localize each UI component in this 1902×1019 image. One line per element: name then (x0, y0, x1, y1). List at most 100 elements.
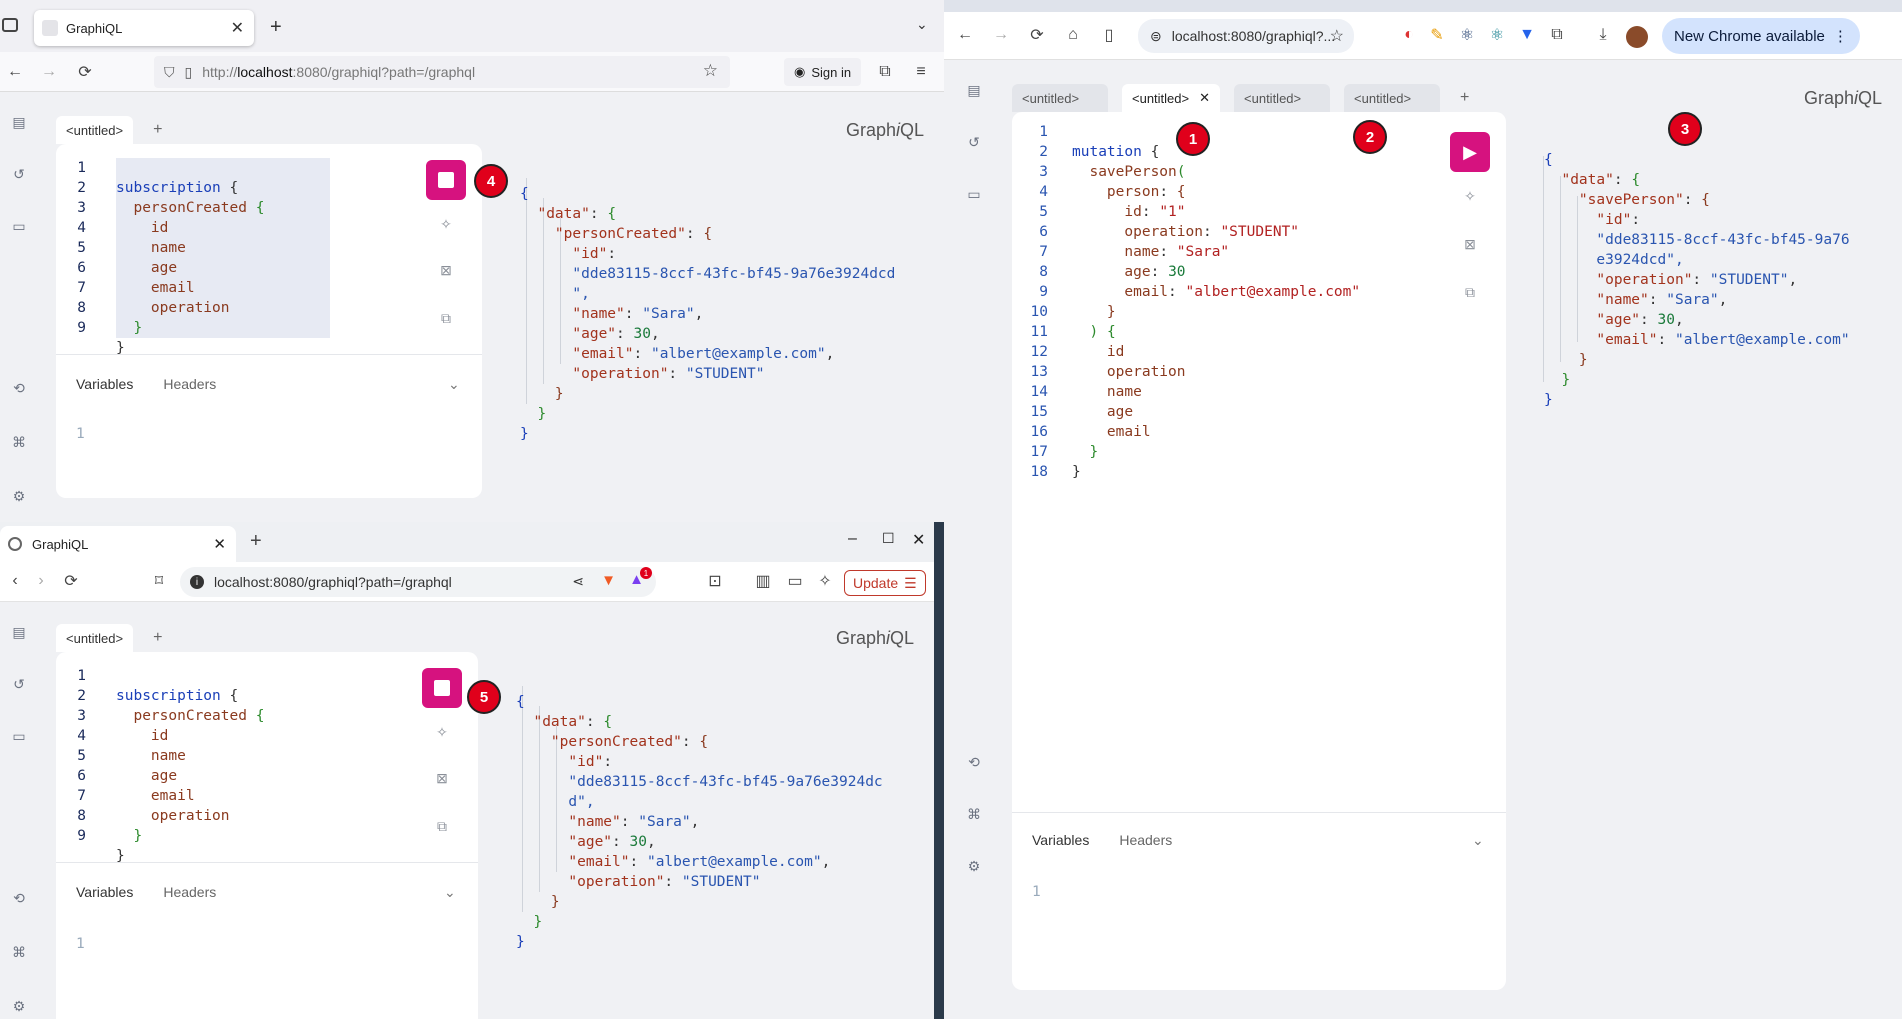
close-tab-icon[interactable]: ✕ (1199, 90, 1210, 106)
update-button[interactable]: Update ☰ (844, 570, 926, 596)
reload-icon[interactable]: ⟳ (56, 566, 86, 596)
merge-fragments-icon[interactable]: ⊠ (434, 258, 458, 282)
close-window-button[interactable]: ✕ (912, 530, 925, 550)
chrome-navbar: ← → ⟳ ⌂ ▯ ⊜ localhost:8080/graphiql?... … (944, 12, 1902, 60)
forward-icon[interactable]: → (34, 57, 64, 87)
settings-gear-icon[interactable]: ⚙ (7, 484, 31, 508)
chevron-down-icon[interactable]: ⌄ (1472, 832, 1484, 849)
back-icon[interactable]: ← (0, 57, 30, 87)
chevron-down-icon[interactable]: ⌄ (916, 16, 928, 33)
new-tab-button[interactable]: + (250, 530, 262, 553)
tab-untitled-active[interactable]: <untitled> ✕ (1122, 84, 1221, 112)
react-devtools-icon[interactable]: ⚛ (1482, 20, 1512, 50)
firefox-tab[interactable]: GraphiQL ✕ (34, 10, 254, 46)
variables-tab[interactable]: Variables (76, 884, 133, 900)
chevron-down-icon[interactable]: ⌄ (444, 884, 456, 901)
explorer-folder-icon[interactable]: ▭ (7, 724, 31, 748)
add-tab-button[interactable]: + (153, 121, 162, 139)
variables-tab[interactable]: Variables (76, 376, 133, 392)
refetch-schema-icon[interactable]: ⟲ (7, 376, 31, 400)
reload-icon[interactable]: ⟳ (70, 57, 100, 87)
reload-icon[interactable]: ⟳ (1022, 20, 1052, 50)
url-bar[interactable]: ⛉ ▯ http://localhost:8080/graphiql?path=… (154, 56, 730, 88)
extensions-icon[interactable]: ⧉ (870, 57, 900, 87)
chevron-down-icon[interactable]: ⌄ (448, 376, 460, 393)
copy-icon[interactable]: ⧉ (1458, 280, 1482, 304)
add-tab-button[interactable]: + (1460, 89, 1469, 107)
headers-tab[interactable]: Headers (1119, 832, 1172, 848)
refetch-schema-icon[interactable]: ⟲ (7, 886, 31, 910)
docs-icon[interactable]: ▤ (7, 620, 31, 644)
add-tab-button[interactable]: + (153, 629, 162, 647)
home-icon[interactable]: ⌂ (1058, 20, 1088, 50)
split-view-icon[interactable]: ▯ (1094, 20, 1124, 50)
leo-ai-icon[interactable]: ✧ (810, 566, 840, 596)
extension-icon[interactable]: ◐ (1394, 20, 1424, 50)
brave-shields-icon[interactable]: ▼ (601, 572, 616, 589)
copy-icon[interactable]: ⧉ (434, 306, 458, 330)
maximize-button[interactable]: ☐ (882, 530, 895, 547)
extension-icon[interactable]: ✎ (1422, 20, 1452, 50)
query-editor[interactable]: 1 2 3 4 5 6 7 8 9 subscription { personC… (56, 144, 482, 498)
refetch-schema-icon[interactable]: ⟲ (962, 750, 986, 774)
sign-in-button[interactable]: ◉ Sign in (784, 58, 862, 86)
brave-tab[interactable]: GraphiQL ✕ (0, 526, 236, 562)
tab-untitled[interactable]: <untitled> (1012, 84, 1108, 112)
menu-icon[interactable]: ≡ (906, 57, 936, 87)
history-icon[interactable]: ↺ (962, 130, 986, 154)
wallet-icon[interactable]: ▭ (780, 566, 810, 596)
close-tab-icon[interactable]: ✕ (213, 535, 226, 553)
url-bar[interactable]: ⊜ localhost:8080/graphiql?... ☆ (1138, 19, 1354, 53)
stop-subscription-button[interactable] (422, 668, 462, 708)
history-icon[interactable]: ↺ (7, 672, 31, 696)
extensions-puzzle-icon[interactable]: ⧉ (1542, 20, 1572, 50)
query-editor[interactable]: 1 2 3 4 5 6 7 8 9 10 11 12 13 14 15 16 1… (1012, 112, 1506, 990)
settings-gear-icon[interactable]: ⚙ (962, 854, 986, 878)
docs-icon[interactable]: ▤ (7, 110, 31, 134)
copy-icon[interactable]: ⧉ (430, 814, 454, 838)
query-editor[interactable]: 1 2 3 4 5 6 7 8 9 subscription { personC… (56, 652, 478, 1019)
bookmark-icon[interactable]: ⌑ (144, 566, 174, 596)
bookmark-star-icon[interactable]: ☆ (1330, 26, 1344, 46)
share-icon[interactable]: ⋖ (572, 573, 584, 590)
close-tab-icon[interactable]: ✕ (231, 18, 244, 38)
avatar[interactable] (1626, 26, 1648, 48)
download-icon[interactable]: ⤓ (1588, 20, 1618, 50)
merge-fragments-icon[interactable]: ⊠ (1458, 232, 1482, 256)
bookmark-star-icon[interactable]: ☆ (703, 61, 718, 81)
firefox-tabstrip: GraphiQL ✕ + ⌄ (0, 0, 944, 52)
prettify-icon[interactable]: ✧ (430, 720, 454, 744)
media-icon[interactable]: ⊡ (700, 566, 730, 596)
prettify-icon[interactable]: ✧ (1458, 184, 1482, 208)
vue-devtools-icon[interactable]: ▼ (1512, 20, 1542, 50)
headers-tab[interactable]: Headers (163, 376, 216, 392)
minimize-button[interactable]: – (848, 530, 857, 548)
merge-fragments-icon[interactable]: ⊠ (430, 766, 454, 790)
url-bar[interactable]: i localhost:8080/graphiql?path=/graphql … (180, 567, 656, 597)
forward-icon[interactable]: › (26, 566, 56, 596)
tab-untitled[interactable]: <untitled> (1234, 84, 1331, 112)
variables-tab[interactable]: Variables (1032, 832, 1089, 848)
stop-subscription-button[interactable] (426, 160, 466, 200)
tab-list-icon[interactable] (2, 18, 18, 32)
explorer-folder-icon[interactable]: ▭ (962, 182, 986, 206)
tab-untitled[interactable]: <untitled> (56, 624, 134, 652)
back-icon[interactable]: ← (950, 20, 980, 50)
prettify-icon[interactable]: ✧ (434, 212, 458, 236)
shortcuts-icon[interactable]: ⌘ (7, 430, 31, 454)
tab-untitled[interactable]: <untitled> (1344, 84, 1441, 112)
extension-icon[interactable]: ⚛ (1452, 20, 1482, 50)
history-icon[interactable]: ↺ (7, 162, 31, 186)
new-tab-button[interactable]: + (270, 16, 282, 39)
explorer-folder-icon[interactable]: ▭ (7, 214, 31, 238)
docs-icon[interactable]: ▤ (962, 78, 986, 102)
shortcuts-icon[interactable]: ⌘ (962, 802, 986, 826)
tab-untitled[interactable]: <untitled> (56, 116, 134, 144)
shortcuts-icon[interactable]: ⌘ (7, 940, 31, 964)
new-chrome-available-button[interactable]: New Chrome available ⋮ (1662, 18, 1860, 54)
headers-tab[interactable]: Headers (163, 884, 216, 900)
execute-query-button[interactable]: ▶ (1450, 132, 1490, 172)
forward-icon[interactable]: → (986, 20, 1016, 50)
settings-gear-icon[interactable]: ⚙ (7, 994, 31, 1018)
sidebar-icon[interactable]: ▥ (748, 566, 778, 596)
